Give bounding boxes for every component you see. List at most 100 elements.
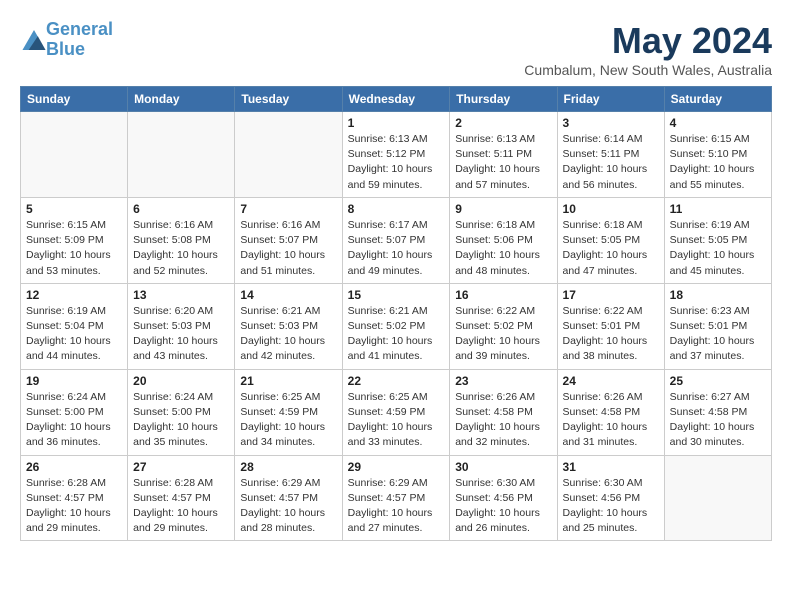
day-number: 6 — [133, 202, 229, 216]
day-number: 30 — [455, 460, 551, 474]
week-row-2: 5 Sunrise: 6:15 AM Sunset: 5:09 PM Daylig… — [21, 197, 772, 283]
day-info: Sunrise: 6:29 AM Sunset: 4:57 PM Dayligh… — [348, 476, 445, 537]
calendar-cell: 18 Sunrise: 6:23 AM Sunset: 5:01 PM Dayli… — [664, 283, 771, 369]
day-info: Sunrise: 6:24 AM Sunset: 5:00 PM Dayligh… — [133, 390, 229, 451]
calendar-cell: 30 Sunrise: 6:30 AM Sunset: 4:56 PM Dayli… — [450, 455, 557, 541]
day-number: 1 — [348, 116, 445, 130]
day-info: Sunrise: 6:13 AM Sunset: 5:11 PM Dayligh… — [455, 132, 551, 193]
day-info: Sunrise: 6:20 AM Sunset: 5:03 PM Dayligh… — [133, 304, 229, 365]
day-info: Sunrise: 6:15 AM Sunset: 5:10 PM Dayligh… — [670, 132, 766, 193]
calendar-cell: 21 Sunrise: 6:25 AM Sunset: 4:59 PM Dayli… — [235, 369, 342, 455]
day-info: Sunrise: 6:24 AM Sunset: 5:00 PM Dayligh… — [26, 390, 122, 451]
day-info: Sunrise: 6:30 AM Sunset: 4:56 PM Dayligh… — [455, 476, 551, 537]
day-number: 19 — [26, 374, 122, 388]
logo-text: General Blue — [46, 20, 113, 60]
day-info: Sunrise: 6:14 AM Sunset: 5:11 PM Dayligh… — [563, 132, 659, 193]
day-number: 9 — [455, 202, 551, 216]
day-info: Sunrise: 6:25 AM Sunset: 4:59 PM Dayligh… — [348, 390, 445, 451]
day-number: 21 — [240, 374, 336, 388]
title-block: May 2024 Cumbalum, New South Wales, Aust… — [524, 20, 772, 78]
day-number: 28 — [240, 460, 336, 474]
day-number: 15 — [348, 288, 445, 302]
calendar-cell: 6 Sunrise: 6:16 AM Sunset: 5:08 PM Daylig… — [128, 197, 235, 283]
day-info: Sunrise: 6:22 AM Sunset: 5:02 PM Dayligh… — [455, 304, 551, 365]
calendar-cell — [128, 112, 235, 198]
day-number: 2 — [455, 116, 551, 130]
day-info: Sunrise: 6:21 AM Sunset: 5:03 PM Dayligh… — [240, 304, 336, 365]
calendar-cell: 25Sunrise: 6:27 AM Sunset: 4:58 PM Dayli… — [664, 369, 771, 455]
day-number: 24 — [563, 374, 659, 388]
day-number: 18 — [670, 288, 766, 302]
calendar-cell: 31 Sunrise: 6:30 AM Sunset: 4:56 PM Dayli… — [557, 455, 664, 541]
day-info: Sunrise: 6:15 AM Sunset: 5:09 PM Dayligh… — [26, 218, 122, 279]
day-info: Sunrise: 6:21 AM Sunset: 5:02 PM Dayligh… — [348, 304, 445, 365]
day-info: Sunrise: 6:17 AM Sunset: 5:07 PM Dayligh… — [348, 218, 445, 279]
calendar-cell: 10Sunrise: 6:18 AM Sunset: 5:05 PM Dayli… — [557, 197, 664, 283]
calendar-header-row: Sunday Monday Tuesday Wednesday Thursday… — [21, 87, 772, 112]
day-number: 31 — [563, 460, 659, 474]
calendar-cell: 27 Sunrise: 6:28 AM Sunset: 4:57 PM Dayli… — [128, 455, 235, 541]
day-number: 7 — [240, 202, 336, 216]
week-row-4: 19 Sunrise: 6:24 AM Sunset: 5:00 PM Dayli… — [21, 369, 772, 455]
day-info: Sunrise: 6:23 AM Sunset: 5:01 PM Dayligh… — [670, 304, 766, 365]
calendar-cell: 14 Sunrise: 6:21 AM Sunset: 5:03 PM Dayli… — [235, 283, 342, 369]
calendar-cell: 7Sunrise: 6:16 AM Sunset: 5:07 PM Daylig… — [235, 197, 342, 283]
calendar-cell: 2 Sunrise: 6:13 AM Sunset: 5:11 PM Daylig… — [450, 112, 557, 198]
day-info: Sunrise: 6:28 AM Sunset: 4:57 PM Dayligh… — [133, 476, 229, 537]
calendar-cell: 3 Sunrise: 6:14 AM Sunset: 5:11 PM Daylig… — [557, 112, 664, 198]
header-monday: Monday — [128, 87, 235, 112]
day-number: 22 — [348, 374, 445, 388]
calendar-cell: 23Sunrise: 6:26 AM Sunset: 4:58 PM Dayli… — [450, 369, 557, 455]
day-info: Sunrise: 6:16 AM Sunset: 5:08 PM Dayligh… — [133, 218, 229, 279]
calendar-cell: 15 Sunrise: 6:21 AM Sunset: 5:02 PM Dayli… — [342, 283, 450, 369]
calendar-cell: 4 Sunrise: 6:15 AM Sunset: 5:10 PM Daylig… — [664, 112, 771, 198]
day-info: Sunrise: 6:30 AM Sunset: 4:56 PM Dayligh… — [563, 476, 659, 537]
calendar-cell — [21, 112, 128, 198]
logo-icon — [22, 30, 46, 50]
week-row-3: 12Sunrise: 6:19 AM Sunset: 5:04 PM Dayli… — [21, 283, 772, 369]
logo: General Blue — [20, 20, 113, 60]
day-number: 20 — [133, 374, 229, 388]
day-info: Sunrise: 6:18 AM Sunset: 5:06 PM Dayligh… — [455, 218, 551, 279]
location-subtitle: Cumbalum, New South Wales, Australia — [524, 62, 772, 78]
day-info: Sunrise: 6:26 AM Sunset: 4:58 PM Dayligh… — [563, 390, 659, 451]
header-friday: Friday — [557, 87, 664, 112]
calendar-table: Sunday Monday Tuesday Wednesday Thursday… — [20, 86, 772, 541]
day-info: Sunrise: 6:25 AM Sunset: 4:59 PM Dayligh… — [240, 390, 336, 451]
calendar-cell: 5 Sunrise: 6:15 AM Sunset: 5:09 PM Daylig… — [21, 197, 128, 283]
calendar-cell: 24 Sunrise: 6:26 AM Sunset: 4:58 PM Dayli… — [557, 369, 664, 455]
day-number: 5 — [26, 202, 122, 216]
week-row-5: 26 Sunrise: 6:28 AM Sunset: 4:57 PM Dayli… — [21, 455, 772, 541]
calendar-cell: 12Sunrise: 6:19 AM Sunset: 5:04 PM Dayli… — [21, 283, 128, 369]
day-number: 14 — [240, 288, 336, 302]
calendar-cell: 13 Sunrise: 6:20 AM Sunset: 5:03 PM Dayli… — [128, 283, 235, 369]
day-number: 27 — [133, 460, 229, 474]
calendar-cell: 1Sunrise: 6:13 AM Sunset: 5:12 PM Daylig… — [342, 112, 450, 198]
day-number: 3 — [563, 116, 659, 130]
calendar-cell — [235, 112, 342, 198]
header-sunday: Sunday — [21, 87, 128, 112]
header-tuesday: Tuesday — [235, 87, 342, 112]
day-info: Sunrise: 6:19 AM Sunset: 5:05 PM Dayligh… — [670, 218, 766, 279]
calendar-cell — [664, 455, 771, 541]
day-info: Sunrise: 6:27 AM Sunset: 4:58 PM Dayligh… — [670, 390, 766, 451]
header-saturday: Saturday — [664, 87, 771, 112]
calendar-cell: 26Sunrise: 6:28 AM Sunset: 4:57 PM Dayli… — [21, 455, 128, 541]
calendar-cell: 20 Sunrise: 6:24 AM Sunset: 5:00 PM Dayli… — [128, 369, 235, 455]
header-thursday: Thursday — [450, 87, 557, 112]
calendar-cell: 29Sunrise: 6:29 AM Sunset: 4:57 PM Dayli… — [342, 455, 450, 541]
day-number: 26 — [26, 460, 122, 474]
day-number: 16 — [455, 288, 551, 302]
calendar-cell: 9 Sunrise: 6:18 AM Sunset: 5:06 PM Daylig… — [450, 197, 557, 283]
calendar-cell: 22 Sunrise: 6:25 AM Sunset: 4:59 PM Dayli… — [342, 369, 450, 455]
day-number: 11 — [670, 202, 766, 216]
calendar-cell: 16 Sunrise: 6:22 AM Sunset: 5:02 PM Dayli… — [450, 283, 557, 369]
day-number: 4 — [670, 116, 766, 130]
calendar-cell: 8Sunrise: 6:17 AM Sunset: 5:07 PM Daylig… — [342, 197, 450, 283]
page-header: General Blue May 2024 Cumbalum, New Sout… — [20, 20, 772, 78]
calendar-cell: 28Sunrise: 6:29 AM Sunset: 4:57 PM Dayli… — [235, 455, 342, 541]
day-info: Sunrise: 6:22 AM Sunset: 5:01 PM Dayligh… — [563, 304, 659, 365]
calendar-cell: 19 Sunrise: 6:24 AM Sunset: 5:00 PM Dayli… — [21, 369, 128, 455]
day-number: 13 — [133, 288, 229, 302]
week-row-1: 1Sunrise: 6:13 AM Sunset: 5:12 PM Daylig… — [21, 112, 772, 198]
